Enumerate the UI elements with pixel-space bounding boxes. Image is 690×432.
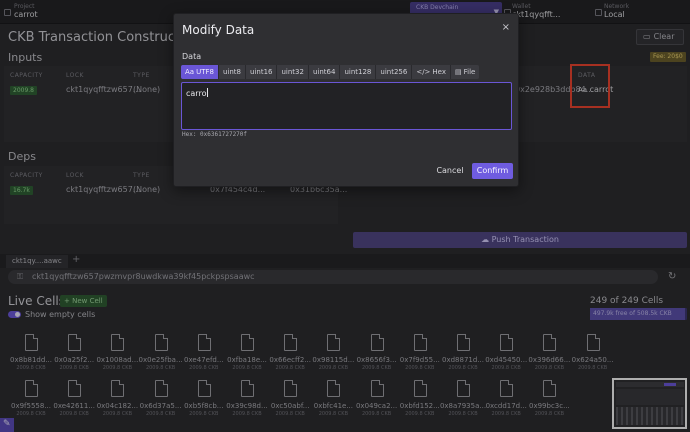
tab-uint8[interactable]: uint8 — [218, 65, 246, 79]
tab-hex[interactable]: </> Hex — [412, 65, 452, 79]
tab-label: uint32 — [281, 68, 304, 76]
tab-label: uint256 — [380, 68, 408, 76]
cancel-button[interactable]: Cancel — [432, 163, 468, 179]
tab-label: uint8 — [222, 68, 241, 76]
tab-uint16[interactable]: uint16 — [246, 65, 278, 79]
tab-uint128[interactable]: uint128 — [340, 65, 377, 79]
data-format-tabs: Aa UTF8 uint8 uint16 uint32 uint64 uint128 uint… — [181, 65, 480, 79]
tab-label: Hex — [432, 68, 447, 76]
modify-data-modal: Modify Data × Data Aa UTF8 uint8 uint16 uint… — [173, 13, 519, 187]
tab-label: uint128 — [344, 68, 372, 76]
tab-icon: Aa — [185, 68, 195, 76]
tab-icon: ▤ — [455, 68, 462, 76]
tab-uint256[interactable]: uint256 — [376, 65, 413, 79]
tab-label: UTF8 — [196, 68, 214, 76]
modal-title: Modify Data — [182, 23, 255, 37]
tab-file[interactable]: ▤ File — [451, 65, 480, 79]
close-icon[interactable]: × — [502, 22, 510, 33]
text-caret — [207, 88, 209, 97]
tab-label: uint64 — [312, 68, 336, 76]
tab-icon: </> — [416, 68, 431, 76]
data-label: Data — [182, 52, 202, 61]
tab-label: File — [463, 68, 476, 76]
confirm-button[interactable]: Confirm — [472, 163, 513, 179]
tab-uint64[interactable]: uint64 — [308, 65, 341, 79]
data-textarea[interactable]: carro — [181, 82, 512, 130]
hex-preview: Hex: 0x6361727270f — [182, 131, 248, 138]
tab-uint32[interactable]: uint32 — [277, 65, 309, 79]
tab-utf8[interactable]: Aa UTF8 — [181, 65, 219, 79]
tab-label: uint16 — [250, 68, 273, 76]
data-text: carro — [186, 89, 207, 98]
